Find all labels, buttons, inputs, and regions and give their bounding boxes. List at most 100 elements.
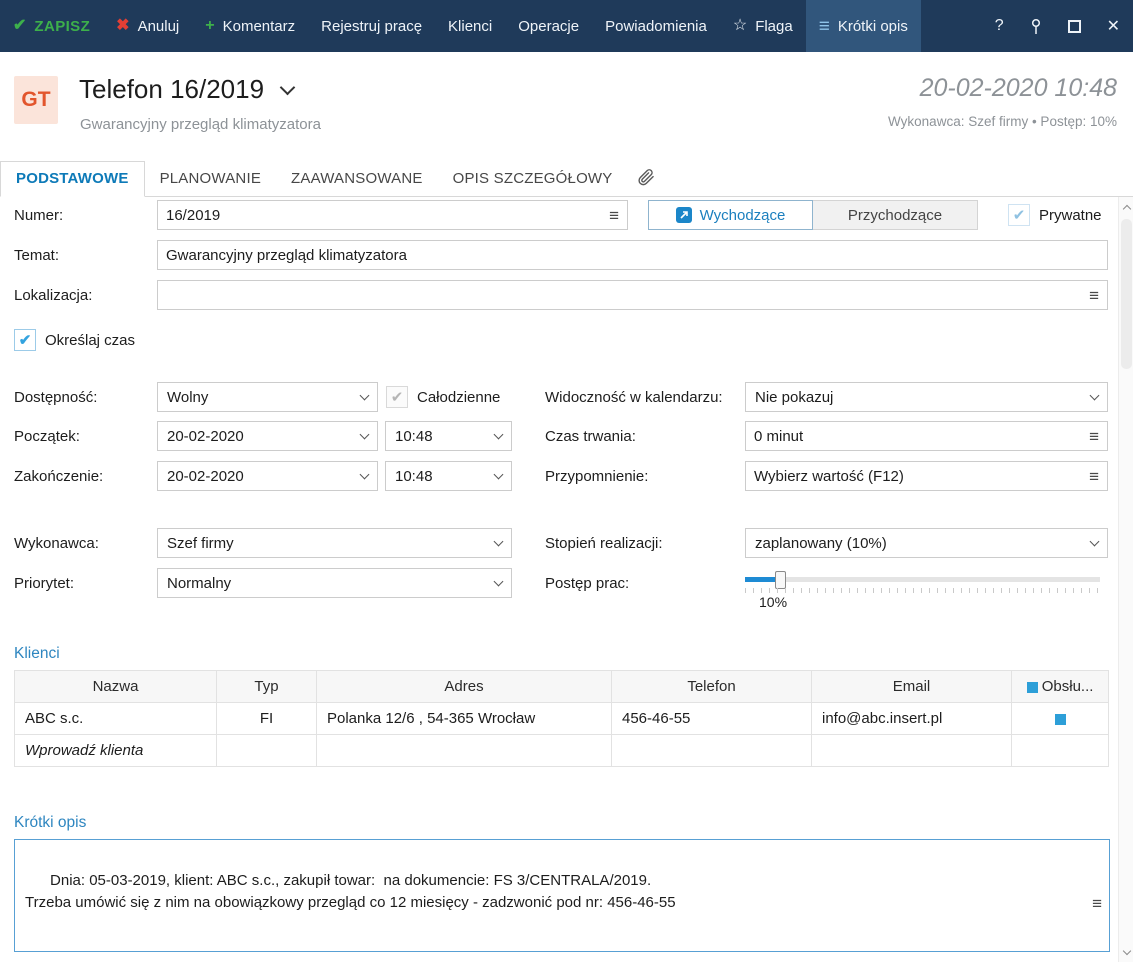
table-row[interactable]: ABC s.c. FI Polanka 12/6 , 54-365 Wrocła… [14,702,1109,735]
availability-select[interactable]: Wolny [157,382,378,412]
notifications-button[interactable]: Powiadomienia [592,0,720,52]
flag-button[interactable]: ☆ Flaga [720,0,806,52]
outgoing-toggle[interactable]: Wychodzące [648,200,813,230]
subject-label: Temat: [14,246,60,264]
operations-label: Operacje [518,17,580,35]
table-row[interactable]: Wprowadź klienta [14,734,1109,767]
menu-icon[interactable]: ≡ [1089,428,1099,445]
end-time-select[interactable]: 10:48 [385,461,512,491]
col-obslugiwany-label: Obsłu... [1041,678,1094,695]
chevron-down-icon [1122,946,1131,955]
menu-icon[interactable]: ≡ [1092,895,1102,912]
title-chevron-down-icon[interactable] [279,79,296,96]
menu-icon[interactable]: ≡ [609,207,619,224]
form-content: Numer: 16/2019 ≡ Wychodzące Przychodzące… [0,197,1118,962]
tab-planowanie[interactable]: PLANOWANIE [145,162,276,196]
new-client-input[interactable]: Wprowadź klienta [14,734,217,767]
executor-label: Wykonawca: [14,534,99,552]
location-row: Lokalizacja: ≡ [14,280,1118,310]
completion-select[interactable]: zaplanowany (10%) [745,528,1108,558]
page-subtitle: Gwarancyjny przegląd klimatyzatora [80,116,321,133]
start-row: Początek: 20-02-2020 10:48 Czas trwania:… [14,421,1118,451]
comment-button[interactable]: + Komentarz [192,0,308,52]
priority-select[interactable]: Normalny [157,568,512,598]
chevron-down-icon [1089,536,1100,547]
duration-label: Czas trwania: [545,427,636,445]
number-input[interactable]: 16/2019 ≡ [157,200,628,230]
define-time-row: ✔ Określaj czas [14,325,1118,355]
short-description-button[interactable]: ≡ Krótki opis [805,0,921,52]
incoming-toggle[interactable]: Przychodzące [813,200,978,230]
short-description-label: Krótki opis [837,17,908,35]
tab-zaawansowane[interactable]: ZAAWANSOWANE [276,162,438,196]
executor-select[interactable]: Szef firmy [157,528,512,558]
close-button[interactable]: ✕ [1094,0,1133,52]
save-label: ZAPISZ [34,17,91,35]
scrollbar-thumb[interactable] [1121,219,1132,369]
end-date-select[interactable]: 20-02-2020 [157,461,378,491]
reminder-label: Przypomnienie: [545,467,649,485]
pin-button[interactable] [1017,0,1055,52]
subject-value: Gwarancyjny przegląd klimatyzatora [166,246,407,264]
col-adres[interactable]: Adres [316,670,612,703]
col-nazwa[interactable]: Nazwa [14,670,217,703]
maximize-button[interactable] [1055,0,1094,52]
progress-percent-label: 10% [759,594,788,610]
client-serviced-cell[interactable] [1011,702,1109,735]
cancel-button[interactable]: ✖ Anuluj [103,0,192,52]
empty-cell [1011,734,1109,767]
short-description-textarea[interactable]: Dnia: 05-03-2019, klient: ABC s.c., zaku… [14,839,1110,952]
completion-label: Stopień realizacji: [545,534,663,552]
page-title: Telefon 16/2019 [79,74,265,104]
private-check-icon: ✔ [1008,204,1030,226]
tab-opis-szczegolowy[interactable]: OPIS SZCZEGÓŁOWY [438,162,628,196]
availability-value: Wolny [167,388,209,406]
outgoing-call-icon [675,207,692,223]
menu-icon[interactable]: ≡ [1089,287,1099,304]
progress-handle[interactable] [774,571,786,589]
scroll-up-button[interactable] [1119,199,1133,215]
operations-button[interactable]: Operacje [505,0,592,52]
end-time-value: 10:48 [395,467,433,485]
chevron-down-icon [359,390,370,401]
calendar-visibility-select[interactable]: Nie pokazuj [745,382,1108,412]
priority-label: Priorytet: [14,574,75,592]
incoming-label: Przychodzące [847,206,943,224]
menu-icon[interactable]: ≡ [1089,468,1099,485]
availability-row: Dostępność: Wolny ✔ Całodzienne Widoczno… [14,382,1118,412]
scroll-down-button[interactable] [1119,944,1133,960]
progress-track[interactable] [745,577,1100,582]
col-email[interactable]: Email [811,670,1012,703]
private-checkbox[interactable]: ✔ Prywatne [1008,204,1102,226]
help-button[interactable]: ? [982,0,1017,52]
register-work-button[interactable]: Rejestruj pracę [308,0,435,52]
duration-input[interactable]: 0 minut ≡ [745,421,1108,451]
list-icon: ≡ [818,15,830,37]
start-date-value: 20-02-2020 [167,427,244,445]
help-icon: ? [994,17,1004,34]
progress-slider[interactable]: 10% [745,568,1100,610]
all-day-checkbox[interactable]: ✔ Całodzienne [386,386,500,408]
col-obslugiwany[interactable]: Obsłu... [1011,670,1109,703]
private-label: Prywatne [1039,206,1102,224]
vertical-scrollbar[interactable] [1118,197,1133,962]
priority-row: Priorytet: Normalny Postęp prac: 10% [14,568,1118,610]
start-date-select[interactable]: 20-02-2020 [157,421,378,451]
subject-input[interactable]: Gwarancyjny przegląd klimatyzatora [157,240,1108,270]
chevron-down-icon [493,576,504,587]
save-button[interactable]: ✔ ZAPISZ [0,0,103,52]
reminder-input[interactable]: Wybierz wartość (F12) ≡ [745,461,1108,491]
location-input[interactable]: ≡ [157,280,1108,310]
col-telefon[interactable]: Telefon [611,670,812,703]
attachments-button[interactable] [628,166,664,196]
flag-label: Flaga [755,17,793,35]
col-typ[interactable]: Typ [216,670,317,703]
empty-cell [216,734,317,767]
client-phone-cell: 456-46-55 [611,702,812,735]
tab-podstawowe[interactable]: PODSTAWOWE [0,161,145,197]
define-time-checkbox[interactable]: ✔ Określaj czas [14,329,135,351]
clients-button[interactable]: Klienci [435,0,505,52]
progress-label: Postęp prac: [545,574,630,592]
start-time-select[interactable]: 10:48 [385,421,512,451]
chevron-down-icon [493,469,504,480]
